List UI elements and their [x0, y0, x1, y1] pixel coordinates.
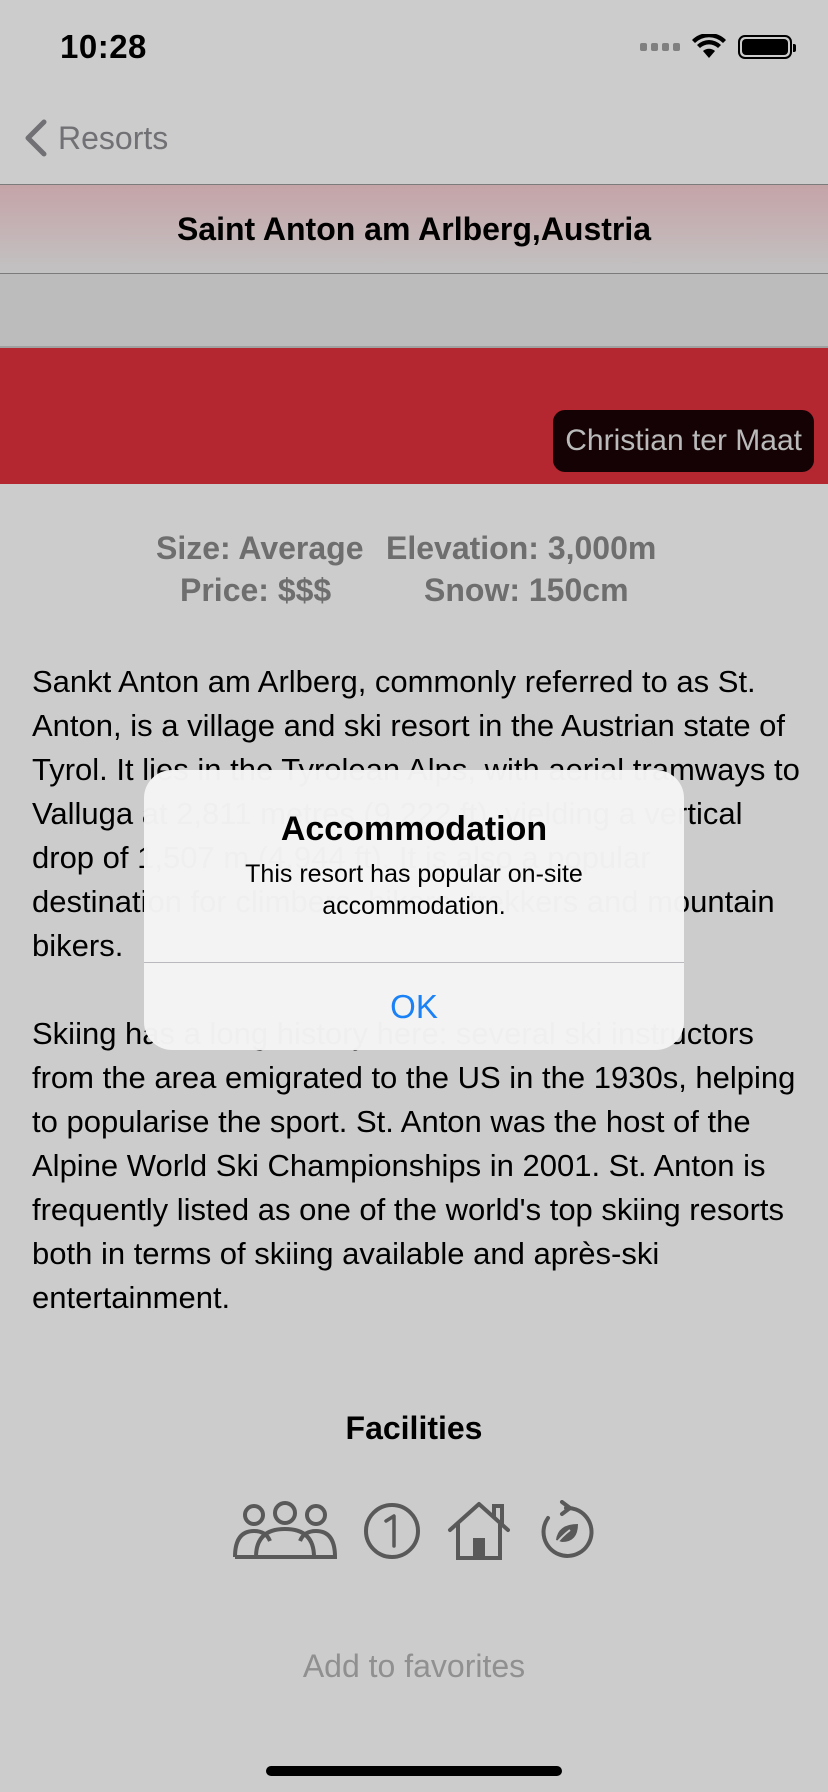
- alert-ok-button[interactable]: OK: [144, 963, 684, 1050]
- alert-title: Accommodation: [280, 810, 548, 848]
- alert-message: This resort has popular on-site accommod…: [245, 860, 583, 920]
- accommodation-alert: Accommodation This resort has popular on…: [144, 770, 684, 1050]
- home-indicator[interactable]: [266, 1766, 562, 1776]
